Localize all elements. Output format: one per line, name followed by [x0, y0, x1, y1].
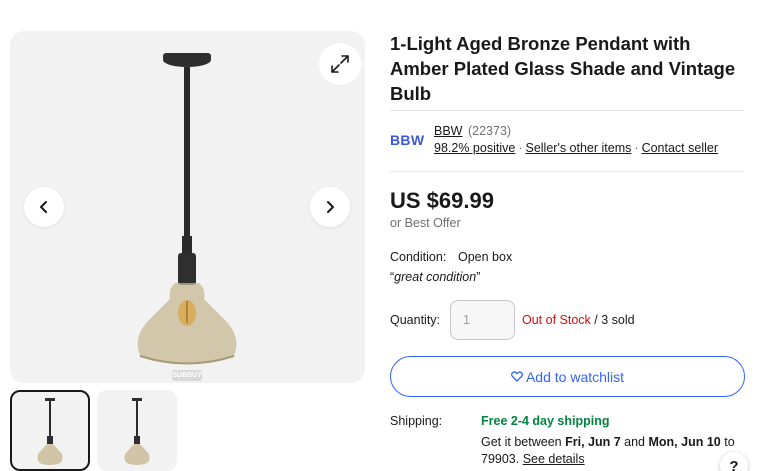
delivery-zip-row: 79903. See details — [481, 452, 585, 466]
free-shipping-text: Free 2-4 day shipping — [481, 414, 610, 428]
chevron-right-icon — [327, 201, 334, 213]
sold-count: / 3 sold — [594, 313, 635, 327]
thumbnail-image — [37, 398, 63, 465]
next-image-button[interactable] — [310, 187, 350, 227]
divider — [390, 110, 744, 111]
heart-icon — [510, 371, 523, 382]
help-button[interactable]: ? — [720, 452, 748, 471]
quantity-label: Quantity: — [390, 313, 441, 327]
delivery-and: and — [624, 435, 646, 449]
best-offer-text: or Best Offer — [390, 216, 461, 230]
delivery-to: to — [724, 435, 735, 449]
delivery-estimate: Get it between Fri, Jun 7 and Mon, Jun 1… — [481, 435, 735, 449]
condition-label: Condition: — [390, 250, 447, 264]
contact-seller-link[interactable]: Contact seller — [642, 141, 718, 155]
shipping-label: Shipping: — [390, 414, 443, 428]
previous-image-button[interactable] — [24, 187, 64, 227]
thumbnail-2[interactable] — [97, 390, 177, 471]
seller-links: 98.2% positive · Seller's other items · Cont… — [434, 141, 718, 155]
separator: · — [634, 141, 639, 155]
condition-note-text: great condition — [394, 270, 477, 284]
price: US $69.99 — [390, 188, 494, 213]
expand-icon — [331, 55, 349, 73]
add-to-watchlist-button[interactable]: Add to watchlist — [390, 356, 745, 397]
delivery-date-to: Mon, Jun 10 — [648, 435, 721, 449]
seller-logo[interactable]: BBW — [390, 132, 424, 148]
seller-feedback-link[interactable]: 98.2% positive — [434, 141, 515, 155]
watermark-logo: SUBBUY — [172, 370, 202, 381]
product-title: 1-Light Aged Bronze Pendant with Amber P… — [390, 33, 736, 104]
out-of-stock-text: Out of Stock — [522, 313, 591, 327]
stock-status: Out of Stock / 3 sold — [522, 313, 635, 327]
thumbnail-1[interactable] — [10, 390, 90, 471]
separator: · — [518, 141, 523, 155]
seller-feedback-count: (22373) — [467, 124, 512, 138]
seller-other-items-link[interactable]: Seller's other items — [525, 141, 631, 155]
delivery-date-from: Fri, Jun 7 — [565, 435, 621, 449]
product-image-gallery[interactable]: SUBBUY — [10, 31, 365, 383]
chevron-left-icon — [40, 201, 47, 213]
condition-value: Open box — [458, 250, 513, 264]
seller-name-link[interactable]: BBW — [434, 124, 462, 138]
thumbnail-image — [124, 398, 150, 465]
divider — [390, 171, 744, 172]
expand-button[interactable] — [319, 43, 361, 85]
seller-info: BBW (22373) — [434, 124, 511, 138]
watchlist-label: Add to watchlist — [525, 368, 625, 385]
delivery-zip: 79903. — [481, 452, 520, 466]
quantity-input[interactable] — [450, 300, 515, 340]
condition-note: “great condition” — [390, 270, 481, 284]
see-details-link[interactable]: See details — [523, 452, 585, 466]
delivery-prefix: Get it between — [481, 435, 562, 449]
